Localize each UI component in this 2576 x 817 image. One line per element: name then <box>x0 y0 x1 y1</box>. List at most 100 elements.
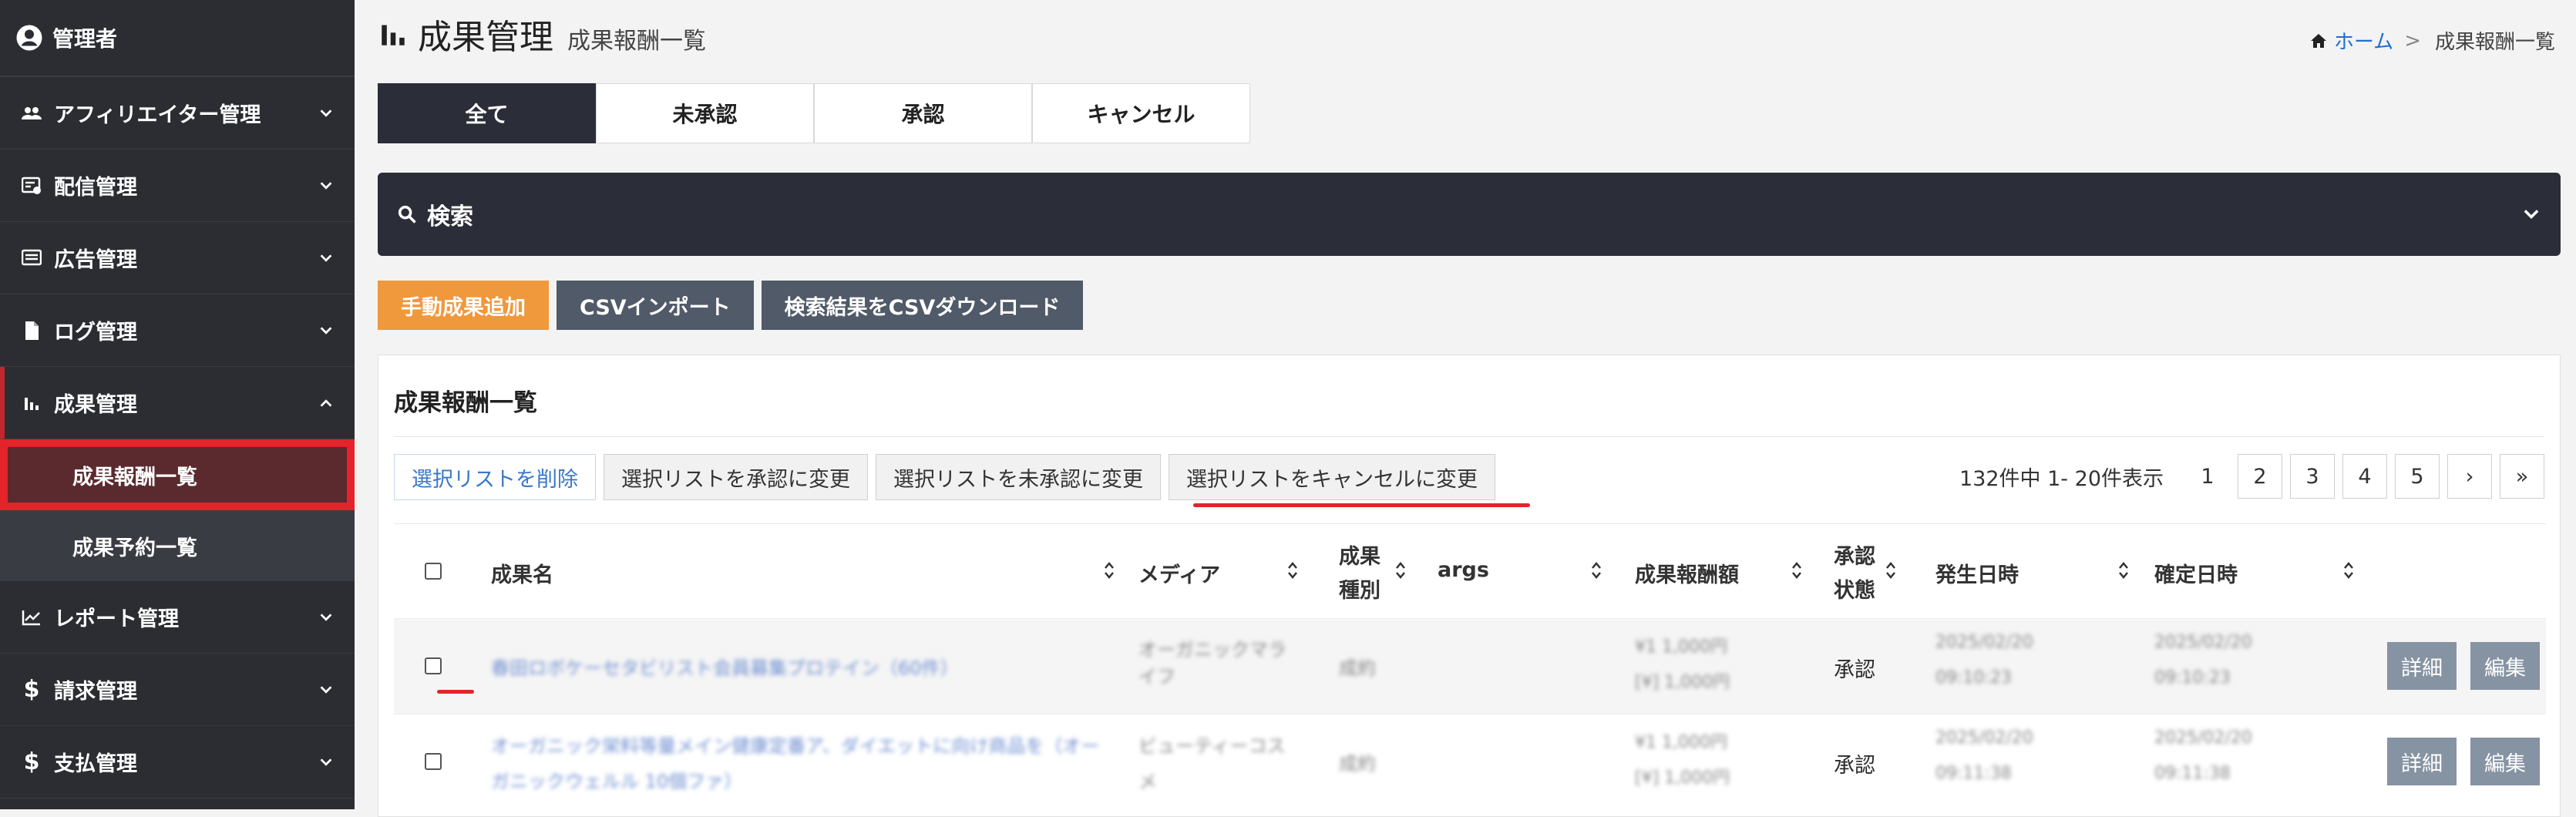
bulk-delete-button[interactable]: 選択リストを削除 <box>394 454 596 500</box>
sidebar-item-label: 広告管理 <box>54 248 137 272</box>
breadcrumb: ホーム > 成果報酬一覧 <box>2309 26 2555 55</box>
highlight-underline <box>437 690 474 694</box>
sidebar-item-billing[interactable]: $ 請求管理 <box>0 654 355 726</box>
row-type: 成約 <box>1339 753 1376 775</box>
table-header: 成果名 メディア 成果 種別 args 成果報酬額 承認 状態 発生日時 確定日… <box>394 523 2546 618</box>
manual-add-button[interactable]: 手動成果追加 <box>378 281 549 330</box>
tab-all[interactable]: 全て <box>378 83 596 143</box>
page-next[interactable]: › <box>2447 454 2492 499</box>
chevron-down-icon <box>320 109 332 117</box>
sidebar-subitem-reward-list[interactable]: 成果報酬一覧 <box>0 439 355 510</box>
breadcrumb-home-link[interactable]: ホーム <box>2334 26 2393 55</box>
chevron-down-icon <box>320 254 332 262</box>
sort-icon[interactable] <box>1791 560 1803 581</box>
sidebar-item-label: 配信管理 <box>54 176 137 200</box>
detail-button[interactable]: 詳細 <box>2387 642 2457 690</box>
col-type-line1: 成果 <box>1339 545 1380 569</box>
sort-icon[interactable] <box>2117 560 2130 581</box>
page-header: 成果管理 成果報酬一覧 <box>379 9 706 59</box>
sidebar-item-logs[interactable]: ログ管理 <box>0 294 355 367</box>
row-confirmed-time: 09:10:23 <box>2154 668 2231 688</box>
sort-icon[interactable] <box>2342 560 2355 581</box>
sidebar-item-affiliate[interactable]: アフィリエイター管理 <box>0 77 355 150</box>
chevron-down-icon <box>320 685 332 694</box>
chevron-up-icon <box>320 398 332 407</box>
chevron-down-icon <box>320 758 332 766</box>
edit-button[interactable]: 編集 <box>2470 738 2540 785</box>
sidebar-item-label: 請求管理 <box>54 680 137 704</box>
sidebar-subitem-label: 成果予約一覧 <box>72 536 197 560</box>
sidebar-item-label: ログ管理 <box>54 321 137 345</box>
status-tabs: 全て 未承認 承認 キャンセル <box>378 83 1250 143</box>
detail-button[interactable]: 詳細 <box>2387 738 2457 785</box>
table-row: 春田ロボケーセタビリスト会員募集プロテイン（60件） オーガニックマライフ 成約… <box>394 618 2546 714</box>
tab-unapproved[interactable]: 未承認 <box>596 83 814 143</box>
row-occurred-time: 09:11:38 <box>1935 764 2012 783</box>
search-accordion[interactable]: 検索 <box>378 173 2561 256</box>
row-confirmed-time: 09:11:38 <box>2154 764 2231 783</box>
row-status: 承認 <box>1834 658 1875 682</box>
sidebar-item-payments[interactable]: $ 支払管理 <box>0 726 355 799</box>
csv-download-button[interactable]: 検索結果をCSVダウンロード <box>761 281 1084 330</box>
col-status-line2: 状態 <box>1834 579 1875 603</box>
page-2[interactable]: 2 <box>2238 454 2282 499</box>
bulk-cancel-button[interactable]: 選択リストをキャンセルに変更 <box>1169 454 1495 500</box>
chevron-down-icon <box>2524 210 2539 219</box>
admin-header[interactable]: 管理者 <box>0 0 355 77</box>
sort-icon[interactable] <box>1590 560 1602 581</box>
tab-cancel[interactable]: キャンセル <box>1032 83 1250 143</box>
col-confirmed[interactable]: 確定日時 <box>2154 558 2238 588</box>
row-amount-1: ¥1 1,000円 <box>1635 733 1727 752</box>
bulk-unapprove-button[interactable]: 選択リストを未承認に変更 <box>876 454 1161 500</box>
sidebar-subitem-reservation-list[interactable]: 成果予約一覧 <box>0 510 355 581</box>
table-row: オーガニック栄料等量メイン健康定番ア、ダイエットに向け商品を（オーガニックウェル… <box>394 714 2546 809</box>
page-4[interactable]: 4 <box>2342 454 2387 499</box>
tab-approved[interactable]: 承認 <box>814 83 1032 143</box>
admin-label: 管理者 <box>52 26 118 52</box>
sidebar-item-label: 支払管理 <box>54 752 137 776</box>
bulk-approve-button[interactable]: 選択リストを承認に変更 <box>604 454 868 500</box>
panel-title: 成果報酬一覧 <box>394 389 537 417</box>
dollar-icon: $ <box>23 676 40 703</box>
edit-button[interactable]: 編集 <box>2470 642 2540 690</box>
row-name-link[interactable]: 春田ロボケーセタビリスト会員募集プロテイン（60件） <box>491 653 959 680</box>
col-media[interactable]: メディア <box>1138 558 1220 588</box>
sidebar-item-reports[interactable]: レポート管理 <box>0 581 355 654</box>
row-amount-2: [¥] 1,000円 <box>1635 768 1730 788</box>
col-status-line1: 承認 <box>1834 545 1875 569</box>
row-checkbox[interactable] <box>425 657 442 674</box>
row-occurred-date: 2025/02/20 <box>1935 633 2033 652</box>
sort-icon[interactable] <box>1885 560 1897 581</box>
row-checkbox[interactable] <box>425 753 442 770</box>
csv-import-button[interactable]: CSVインポート <box>557 281 754 330</box>
sidebar-item-ads[interactable]: 広告管理 <box>0 222 355 294</box>
sort-icon[interactable] <box>1286 560 1299 581</box>
col-name[interactable]: 成果名 <box>491 558 553 588</box>
sort-icon[interactable] <box>1394 560 1407 581</box>
sidebar-item-delivery[interactable]: 配信管理 <box>0 150 355 222</box>
sidebar-item-results[interactable]: 成果管理 <box>0 367 355 439</box>
row-confirmed-date: 2025/02/20 <box>2154 728 2252 748</box>
col-amount[interactable]: 成果報酬額 <box>1635 558 1739 588</box>
sidebar: 管理者 アフィリエイター管理 配信管理 広告管理 ログ管理 成果管理 成果報酬一… <box>0 0 355 809</box>
select-all-checkbox[interactable] <box>425 563 442 580</box>
ad-icon <box>20 247 43 270</box>
file-icon <box>20 319 43 342</box>
row-name-link[interactable]: オーガニック栄料等量メイン健康定番ア、ダイエットに向け商品を（オーガニックウェル… <box>491 728 1108 799</box>
page-1[interactable]: 1 <box>2185 454 2230 499</box>
page-5[interactable]: 5 <box>2395 454 2440 499</box>
chevron-down-icon <box>320 326 332 335</box>
page-last[interactable]: » <box>2500 454 2544 499</box>
col-occurred[interactable]: 発生日時 <box>1935 558 2019 588</box>
bar-chart-icon <box>382 25 405 45</box>
row-occurred-date: 2025/02/20 <box>1935 728 2033 748</box>
delivery-icon <box>20 174 43 197</box>
chevron-down-icon <box>320 613 332 621</box>
col-args[interactable]: args <box>1438 558 1489 582</box>
users-icon <box>20 102 43 125</box>
sort-icon[interactable] <box>1103 560 1115 581</box>
page-title: 成果管理 <box>418 18 553 57</box>
page-3[interactable]: 3 <box>2290 454 2335 499</box>
sidebar-item-label: レポート管理 <box>54 607 179 631</box>
sidebar-item-label: アフィリエイター管理 <box>54 103 261 127</box>
